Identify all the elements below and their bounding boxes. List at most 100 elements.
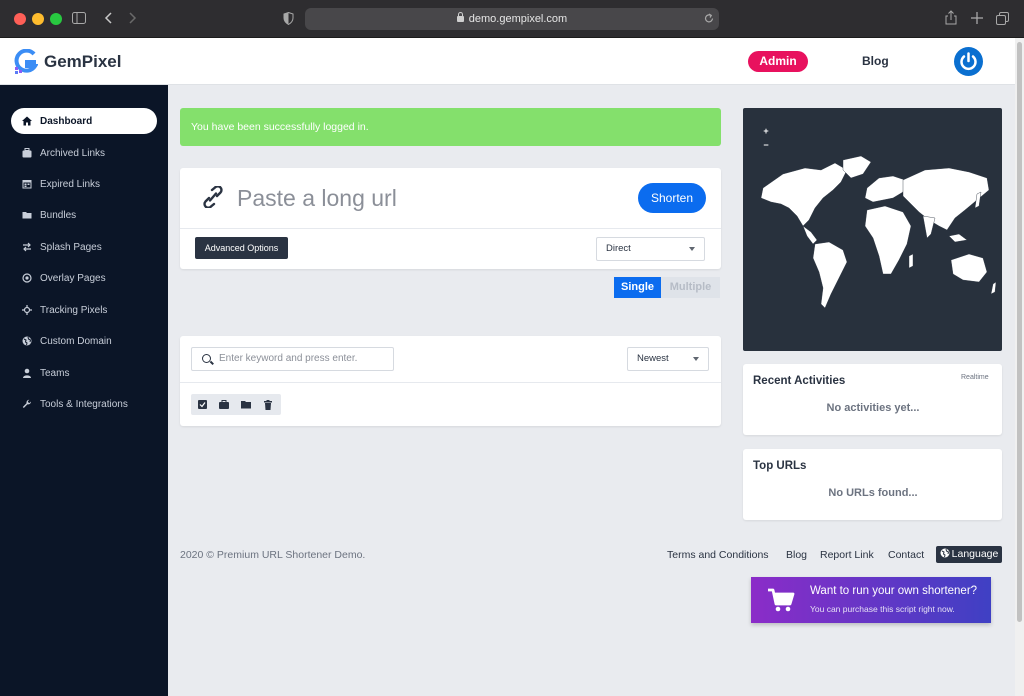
share-icon[interactable] xyxy=(945,10,957,25)
shorten-button[interactable]: Shorten xyxy=(638,183,706,213)
sidebar-item-label: Overlay Pages xyxy=(40,272,106,284)
sidebar-item-label: Expired Links xyxy=(40,178,101,190)
sidebar-item-tracking-pixels[interactable]: Tracking Pixels xyxy=(11,297,157,323)
briefcase-icon xyxy=(219,400,229,409)
brand-name: GemPixel xyxy=(44,52,122,71)
briefcase-icon xyxy=(22,148,32,158)
sidebar-item-tools-integrations[interactable]: Tools & Integrations xyxy=(11,391,157,417)
purchase-promo-banner[interactable]: Want to run your own shortener? You can … xyxy=(751,577,991,623)
sidebar-item-label: Tools & Integrations xyxy=(40,398,128,410)
archive-button[interactable] xyxy=(213,394,235,415)
long-url-input[interactable]: Paste a long url xyxy=(237,185,397,212)
sidebar-item-teams[interactable]: Teams xyxy=(11,360,157,386)
search-placeholder: Enter keyword and press enter. xyxy=(219,353,358,364)
globe-icon xyxy=(22,336,32,346)
sidebar-item-label: Custom Domain xyxy=(40,335,112,347)
browser-toolbar: demo.gempixel.com xyxy=(0,0,1024,38)
zoom-window-button[interactable] xyxy=(50,13,62,25)
minimize-window-button[interactable] xyxy=(32,13,44,25)
trash-icon xyxy=(264,399,272,410)
map-zoom-out-button[interactable]: − xyxy=(762,140,770,150)
divider xyxy=(180,228,721,229)
select-all-button[interactable] xyxy=(191,394,213,415)
admin-button[interactable]: Admin xyxy=(748,51,808,72)
advanced-options-button[interactable]: Advanced Options xyxy=(195,237,288,259)
world-map-graphic xyxy=(760,155,997,309)
recent-activities-title: Recent Activities xyxy=(753,375,846,387)
url-text: demo.gempixel.com xyxy=(468,13,568,25)
redirect-type-value: Direct xyxy=(606,243,631,254)
promo-title: Want to run your own shortener? xyxy=(810,585,978,597)
page-scrollbar[interactable] xyxy=(1015,38,1024,696)
realtime-badge: Realtime xyxy=(961,374,989,381)
scrollbar-thumb[interactable] xyxy=(1017,42,1022,622)
forward-icon[interactable] xyxy=(129,12,137,24)
sidebar-item-label: Bundles xyxy=(40,209,77,221)
link-icon xyxy=(203,186,223,208)
sidebar-item-expired-links[interactable]: Expired Links xyxy=(11,171,157,197)
folder-icon xyxy=(241,401,251,409)
terms-link[interactable]: Terms and Conditions xyxy=(667,549,769,561)
copyright-text: 2020 © Premium URL Shortener Demo. xyxy=(180,549,366,561)
promo-subtitle: You can purchase this script right now. xyxy=(810,604,955,614)
power-icon xyxy=(960,52,977,71)
multiple-mode-button[interactable]: Multiple xyxy=(661,277,720,298)
home-icon xyxy=(22,116,32,126)
divider xyxy=(180,382,721,383)
sidebar-item-splash-pages[interactable]: Splash Pages xyxy=(11,234,157,260)
contact-link[interactable]: Contact xyxy=(888,549,924,561)
delete-button[interactable] xyxy=(257,394,279,415)
top-navbar: GemPixel Admin Blog xyxy=(0,38,1015,85)
lock-icon xyxy=(456,12,464,22)
top-urls-empty: No URLs found... xyxy=(828,487,918,499)
redirect-type-select[interactable]: Direct xyxy=(596,237,705,261)
cart-icon xyxy=(768,588,795,612)
wrench-icon xyxy=(22,399,32,409)
language-label: Language xyxy=(951,548,999,560)
sidebar-item-dashboard[interactable]: Dashboard xyxy=(11,108,157,134)
world-map[interactable] xyxy=(743,108,1002,351)
sidebar: Dashboard Archived Links Expired Links B… xyxy=(0,85,168,696)
sidebar-item-label: Dashboard xyxy=(40,115,93,127)
sort-value: Newest xyxy=(637,353,669,364)
chevron-down-icon xyxy=(689,247,695,251)
sidebar-item-label: Archived Links xyxy=(40,147,106,159)
move-to-bundle-button[interactable] xyxy=(235,394,257,415)
search-icon xyxy=(202,354,211,363)
sidebar-item-overlay-pages[interactable]: Overlay Pages xyxy=(11,265,157,291)
sidebar-item-archived-links[interactable]: Archived Links xyxy=(11,140,157,166)
target-icon xyxy=(22,273,32,283)
reload-icon[interactable] xyxy=(704,13,714,24)
blog-link[interactable]: Blog xyxy=(862,54,889,68)
sidebar-item-label: Tracking Pixels xyxy=(40,304,108,316)
crosshair-icon xyxy=(22,305,32,315)
success-alert: You have been successfully logged in. xyxy=(180,108,721,146)
close-window-button[interactable] xyxy=(14,13,26,25)
map-zoom-in-button[interactable]: + xyxy=(762,126,770,136)
user-menu-button[interactable] xyxy=(954,47,983,76)
user-icon xyxy=(22,368,32,378)
new-tab-icon[interactable] xyxy=(971,12,983,24)
web-page: GemPixel Admin Blog Dashboard Archived L… xyxy=(0,38,1015,696)
address-bar[interactable]: demo.gempixel.com xyxy=(305,8,719,30)
tab-overview-icon[interactable] xyxy=(996,12,1009,25)
swap-icon xyxy=(22,242,32,252)
recent-activities-empty: No activities yet... xyxy=(826,402,920,414)
sidebar-toggle-icon[interactable] xyxy=(72,12,86,24)
shield-icon[interactable] xyxy=(283,12,294,25)
single-mode-button[interactable]: Single xyxy=(614,277,661,298)
footer-blog-link[interactable]: Blog xyxy=(786,549,807,561)
sidebar-item-label: Teams xyxy=(40,367,70,379)
back-icon[interactable] xyxy=(104,12,112,24)
checkbox-icon xyxy=(197,400,207,409)
sidebar-item-custom-domain[interactable]: Custom Domain xyxy=(11,328,157,354)
sort-select[interactable]: Newest xyxy=(627,347,709,371)
sidebar-item-label: Splash Pages xyxy=(40,241,102,253)
top-urls-title: Top URLs xyxy=(753,460,807,472)
search-input[interactable]: Enter keyword and press enter. xyxy=(191,347,394,371)
language-button[interactable]: Language xyxy=(936,546,1002,563)
report-link[interactable]: Report Link xyxy=(820,549,874,561)
logo[interactable]: GemPixel xyxy=(14,49,122,75)
bulk-actions-toolbar xyxy=(191,394,281,415)
sidebar-item-bundles[interactable]: Bundles xyxy=(11,202,157,228)
